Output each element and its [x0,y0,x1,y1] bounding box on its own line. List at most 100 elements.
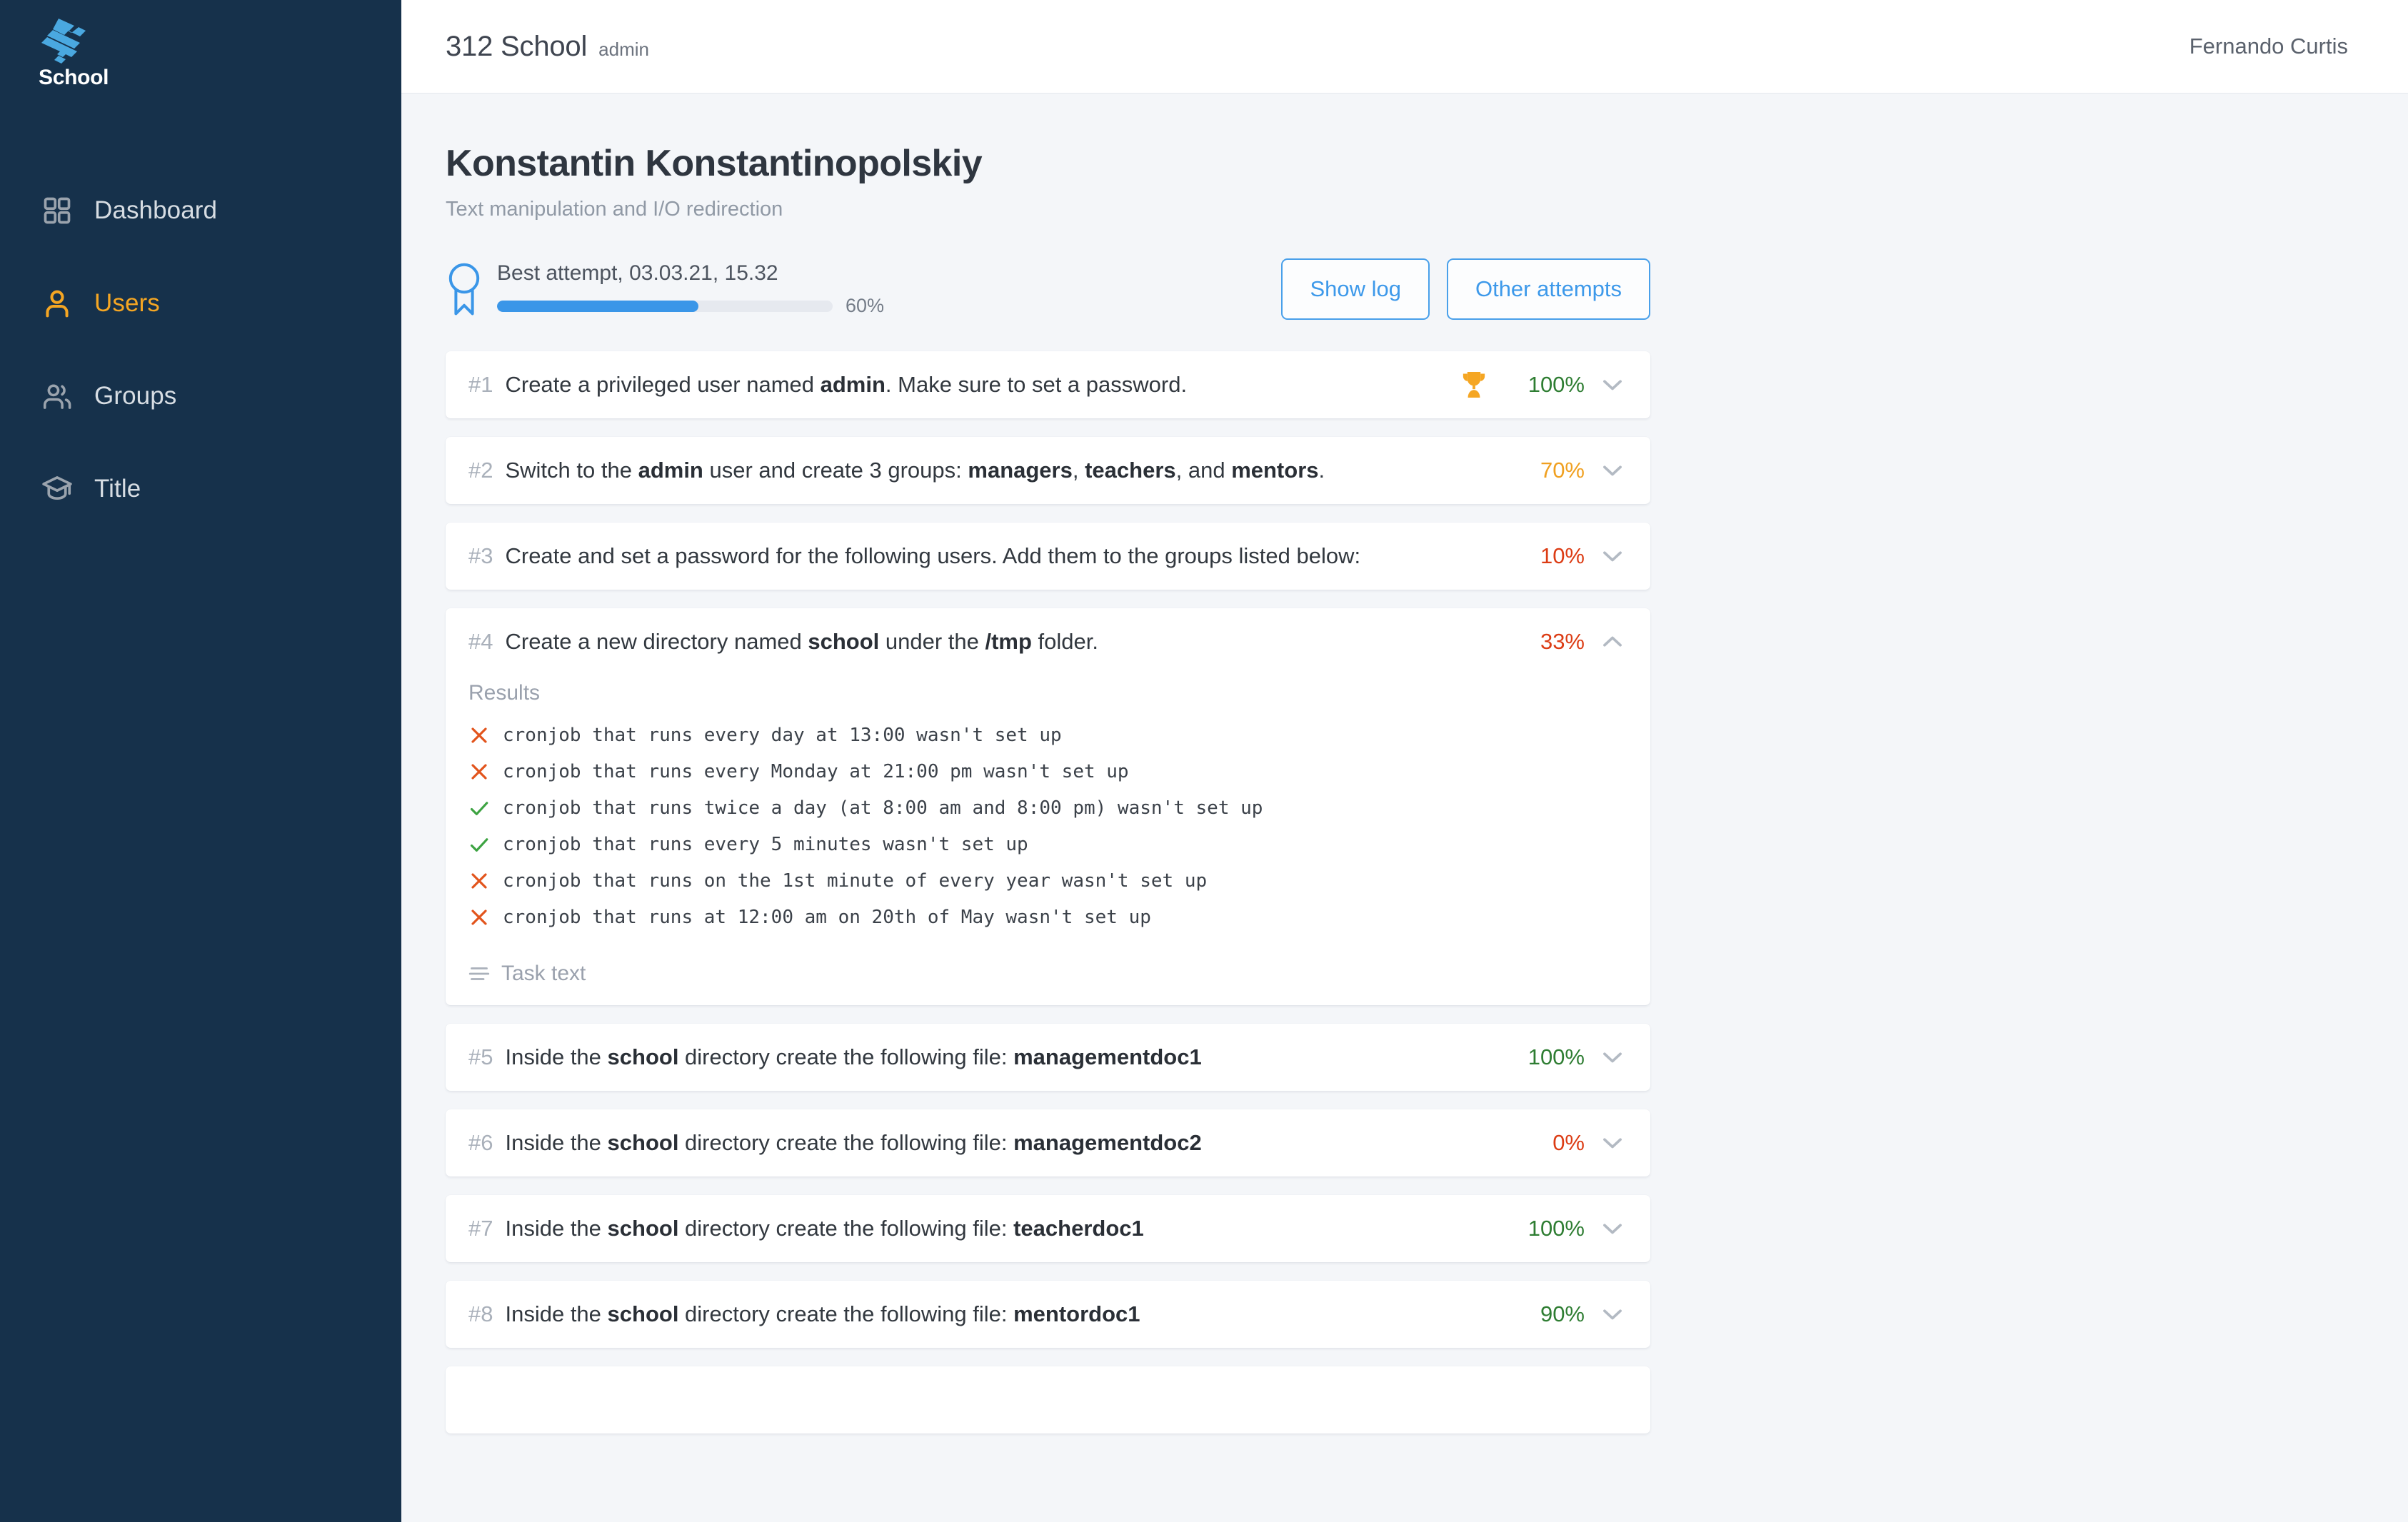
chevron-down-icon[interactable] [1599,1129,1626,1156]
sidebar-logo-text: School [39,66,109,89]
progress-percent-label: 60% [846,295,885,316]
task-list: #1 Create a privileged user named admin. … [446,351,1650,1433]
chevron-down-icon[interactable] [1599,371,1626,398]
result-line: cronjob that runs at 12:00 am on 20th of… [468,899,1626,935]
task-description: Create a privileged user named admin. Ma… [505,372,1188,397]
task-card-header[interactable]: #5 Inside the school directory create the… [446,1024,1650,1091]
task-card-header[interactable]: #4 Create a new directory named school un… [446,608,1650,675]
task-card-header[interactable] [446,1366,1650,1433]
attempt-progress: 60% [497,295,884,317]
sidebar-item-groups[interactable]: Groups [0,350,401,443]
task-number: #7 [468,1216,493,1241]
result-line: cronjob that runs every day at 13:00 was… [468,717,1626,753]
task-description: Inside the school directory create the f… [505,1044,1202,1069]
list-lines-icon [468,967,490,980]
task-status-group: 90% [1505,1301,1626,1328]
other-attempts-button[interactable]: Other attempts [1446,258,1650,320]
result-line: cronjob that runs on the 1st minute of e… [468,862,1626,899]
task-number: #5 [468,1044,493,1069]
attempt-actions: Show log Other attempts [1281,258,1650,320]
account-name[interactable]: Fernando Curtis [2189,34,2348,59]
attempt-info: Best attempt, 03.03.21, 15.32 60% [446,261,884,318]
chevron-down-icon[interactable] [1599,543,1626,570]
task-card-partial [446,1366,1650,1433]
sidebar-item-dashboard[interactable]: Dashboard [0,164,401,257]
task-card-header[interactable]: #3 Create and set a password for the foll… [446,523,1650,590]
task-text-toggle[interactable]: Task text [468,942,1626,1005]
task-card: #1 Create a privileged user named admin. … [446,351,1650,418]
task-description: Inside the school directory create the f… [505,1130,1202,1155]
progress-track [497,300,833,312]
task-card-header[interactable]: #1 Create a privileged user named admin. … [446,351,1650,418]
result-text: cronjob that runs every Monday at 21:00 … [503,760,1129,782]
brand[interactable]: 312 School admin [446,31,649,63]
task-number: #6 [468,1130,493,1155]
sidebar-item-label: Dashboard [94,196,218,224]
task-number: #1 [468,372,493,397]
task-score-badge: 100% [1527,1216,1585,1241]
progress-fill [497,300,698,312]
task-card-body: Results cronjob that runs every day at 13… [446,681,1650,1005]
task-score-badge: 33% [1540,629,1585,654]
result-text: cronjob that runs at 12:00 am on 20th of… [503,906,1151,928]
attempt-summary: Best attempt, 03.03.21, 15.32 60% Show l… [446,258,1650,320]
chevron-up-icon[interactable] [1599,628,1626,655]
task-score-badge: 100% [1527,372,1585,397]
task-status-group: 100% [1458,368,1626,401]
sidebar-item-title[interactable]: Title [0,443,401,535]
task-score-badge: 10% [1540,543,1585,568]
graduation-cap-icon [42,476,72,500]
task-card: #5 Inside the school directory create the… [446,1024,1650,1091]
main-area: 312 School admin Fernando Curtis Konstan… [401,0,2408,1522]
task-text-label: Task text [501,962,586,985]
sidebar-item-label: Groups [94,382,177,410]
task-description: Create a new directory named school unde… [505,629,1098,654]
page-subtitle: Text manipulation and I/O redirection [446,198,783,221]
task-description: Inside the school directory create the f… [505,1301,1140,1326]
task-status-group: 100% [1505,1215,1626,1242]
result-text: cronjob that runs every 5 minutes wasn't… [503,833,1028,855]
cross-icon [471,909,487,925]
users-group-icon [43,384,71,409]
user-icon [46,290,69,318]
cross-icon [471,727,487,743]
task-description: Create and set a password for the follow… [505,543,1361,568]
task-description: Inside the school directory create the f… [505,1216,1144,1241]
task-score-badge: 0% [1552,1130,1585,1155]
task-number: #2 [468,458,493,483]
sidebar: School Dashboard Users Groups Title [0,0,401,1522]
chevron-down-icon[interactable] [1599,1215,1626,1242]
sidebar-logo[interactable]: School [0,0,401,123]
task-card-header[interactable]: #8 Inside the school directory create the… [446,1281,1650,1348]
sidebar-item-label: Title [94,475,141,503]
sidebar-nav: Dashboard Users Groups Title [0,164,401,535]
results-label: Results [468,681,541,705]
chevron-down-icon[interactable] [1599,1044,1626,1071]
award-ribbon-icon [448,263,480,316]
task-score-badge: 100% [1527,1044,1585,1069]
result-line: cronjob that runs every 5 minutes wasn't… [468,826,1626,862]
task-status-group: 10% [1505,543,1626,570]
show-log-button[interactable]: Show log [1281,258,1430,320]
task-card: #4 Create a new directory named school un… [446,608,1650,1005]
sidebar-item-users[interactable]: Users [0,257,401,350]
task-card-header[interactable]: #6 Inside the school directory create the… [446,1109,1650,1176]
task-score-badge: 90% [1540,1301,1585,1326]
task-status-group: 0% [1505,1129,1626,1156]
task-status-group: 33% [1505,628,1626,655]
result-line: cronjob that runs every Monday at 21:00 … [468,753,1626,790]
sidebar-item-label: Users [94,289,160,317]
chevron-down-icon[interactable] [1599,457,1626,484]
attempt-label: Best attempt, 03.03.21, 15.32 [497,261,778,285]
brand-subtitle: admin [598,38,649,60]
task-status-group: 100% [1505,1044,1626,1071]
cross-icon [471,872,487,889]
content: Konstantin Konstantinopolskiy Text manip… [401,94,2408,1522]
task-card-header[interactable]: #7 Inside the school directory create the… [446,1195,1650,1262]
brand-title: 312 School [446,30,588,62]
task-card: #6 Inside the school directory create the… [446,1109,1650,1176]
task-card-header[interactable]: #2 Switch to the admin user and create 3 … [446,437,1650,504]
task-status-group: 70% [1505,457,1626,484]
chevron-down-icon[interactable] [1599,1301,1626,1328]
task-number: #3 [468,543,493,568]
